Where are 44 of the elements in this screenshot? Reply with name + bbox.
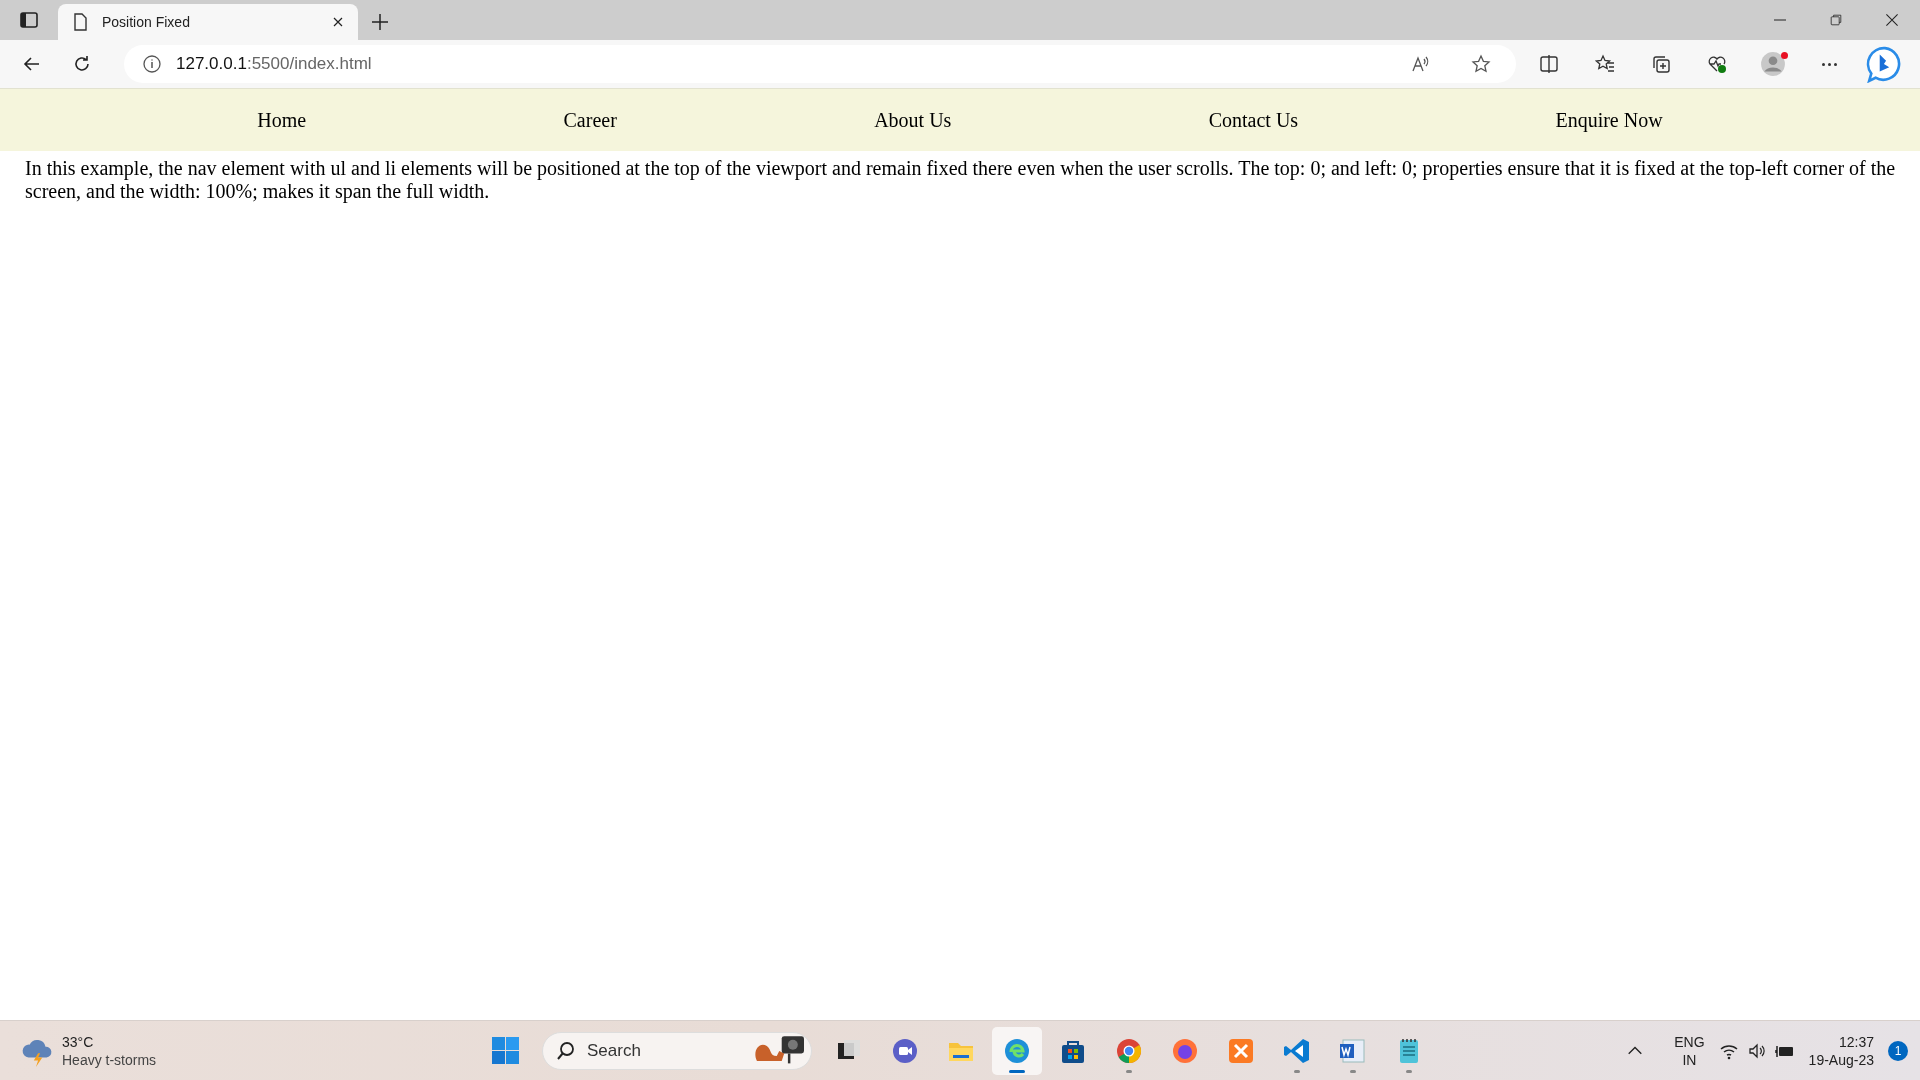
minimize-icon bbox=[1774, 19, 1786, 21]
favorites-icon bbox=[1595, 54, 1615, 74]
running-indicator bbox=[1009, 1069, 1025, 1073]
weather-condition-text: Heavy t-storms bbox=[62, 1050, 157, 1069]
edge-icon bbox=[1003, 1036, 1031, 1065]
windows-logo-icon bbox=[490, 1036, 520, 1065]
collections-icon bbox=[1651, 54, 1671, 74]
nav-link[interactable]: Enquire Now bbox=[1555, 108, 1663, 132]
browser-tab[interactable]: Position Fixed bbox=[58, 4, 358, 40]
avatar-icon bbox=[1760, 51, 1786, 77]
close-icon bbox=[1884, 12, 1900, 28]
running-indicator bbox=[1294, 1069, 1300, 1073]
url-text: 127.0.0.1:5500/index.html bbox=[176, 54, 373, 74]
notification-badge[interactable]: 1 bbox=[1888, 1040, 1908, 1061]
running-indicator bbox=[1350, 1069, 1356, 1073]
chat-icon bbox=[891, 1036, 919, 1065]
star-icon bbox=[1471, 54, 1491, 74]
sidebar-icon bbox=[19, 10, 39, 30]
chrome-icon bbox=[1115, 1036, 1143, 1065]
nav-link[interactable]: About Us bbox=[874, 108, 952, 132]
plus-icon bbox=[370, 12, 390, 32]
clock-button[interactable]: 12:37 19-Aug-23 bbox=[1808, 1032, 1874, 1069]
info-icon bbox=[142, 54, 162, 74]
body-paragraph: In this example, the nav element with ul and li elements will be positioned at the top of the viewport and remain fixed there even when the user scrolls. The top: 0; and left: 0; properties ensure that it is fixed at the top-left corner of the screen, and the width: 100%; makes it span the full width. bbox=[25, 157, 1897, 203]
more-icon bbox=[1821, 62, 1837, 66]
temperature-text: 33°C bbox=[62, 1032, 95, 1051]
running-indicator bbox=[1126, 1069, 1132, 1073]
split-screen-icon bbox=[1539, 54, 1559, 74]
nav-link[interactable]: Career bbox=[563, 108, 617, 132]
nav-link[interactable]: Home bbox=[257, 108, 307, 132]
document-icon bbox=[1339, 1036, 1367, 1065]
search-field[interactable]: Search bbox=[542, 1031, 812, 1070]
tab-title: Position Fixed bbox=[102, 14, 191, 30]
search-icon bbox=[556, 1040, 576, 1061]
notification-dot bbox=[1781, 52, 1788, 59]
nav-link[interactable]: Contact Us bbox=[1208, 108, 1299, 132]
input-language-button[interactable]: ENG IN bbox=[1674, 1032, 1705, 1069]
restore-icon bbox=[1828, 12, 1844, 28]
code-editor-icon bbox=[1283, 1036, 1311, 1065]
heart-pulse-icon bbox=[1707, 54, 1727, 74]
refresh-icon bbox=[72, 54, 92, 74]
read-aloud-icon bbox=[1411, 54, 1431, 74]
running-indicator bbox=[1406, 1069, 1412, 1073]
address-bar[interactable]: 127.0.0.1:5500/index.html bbox=[124, 45, 1516, 83]
